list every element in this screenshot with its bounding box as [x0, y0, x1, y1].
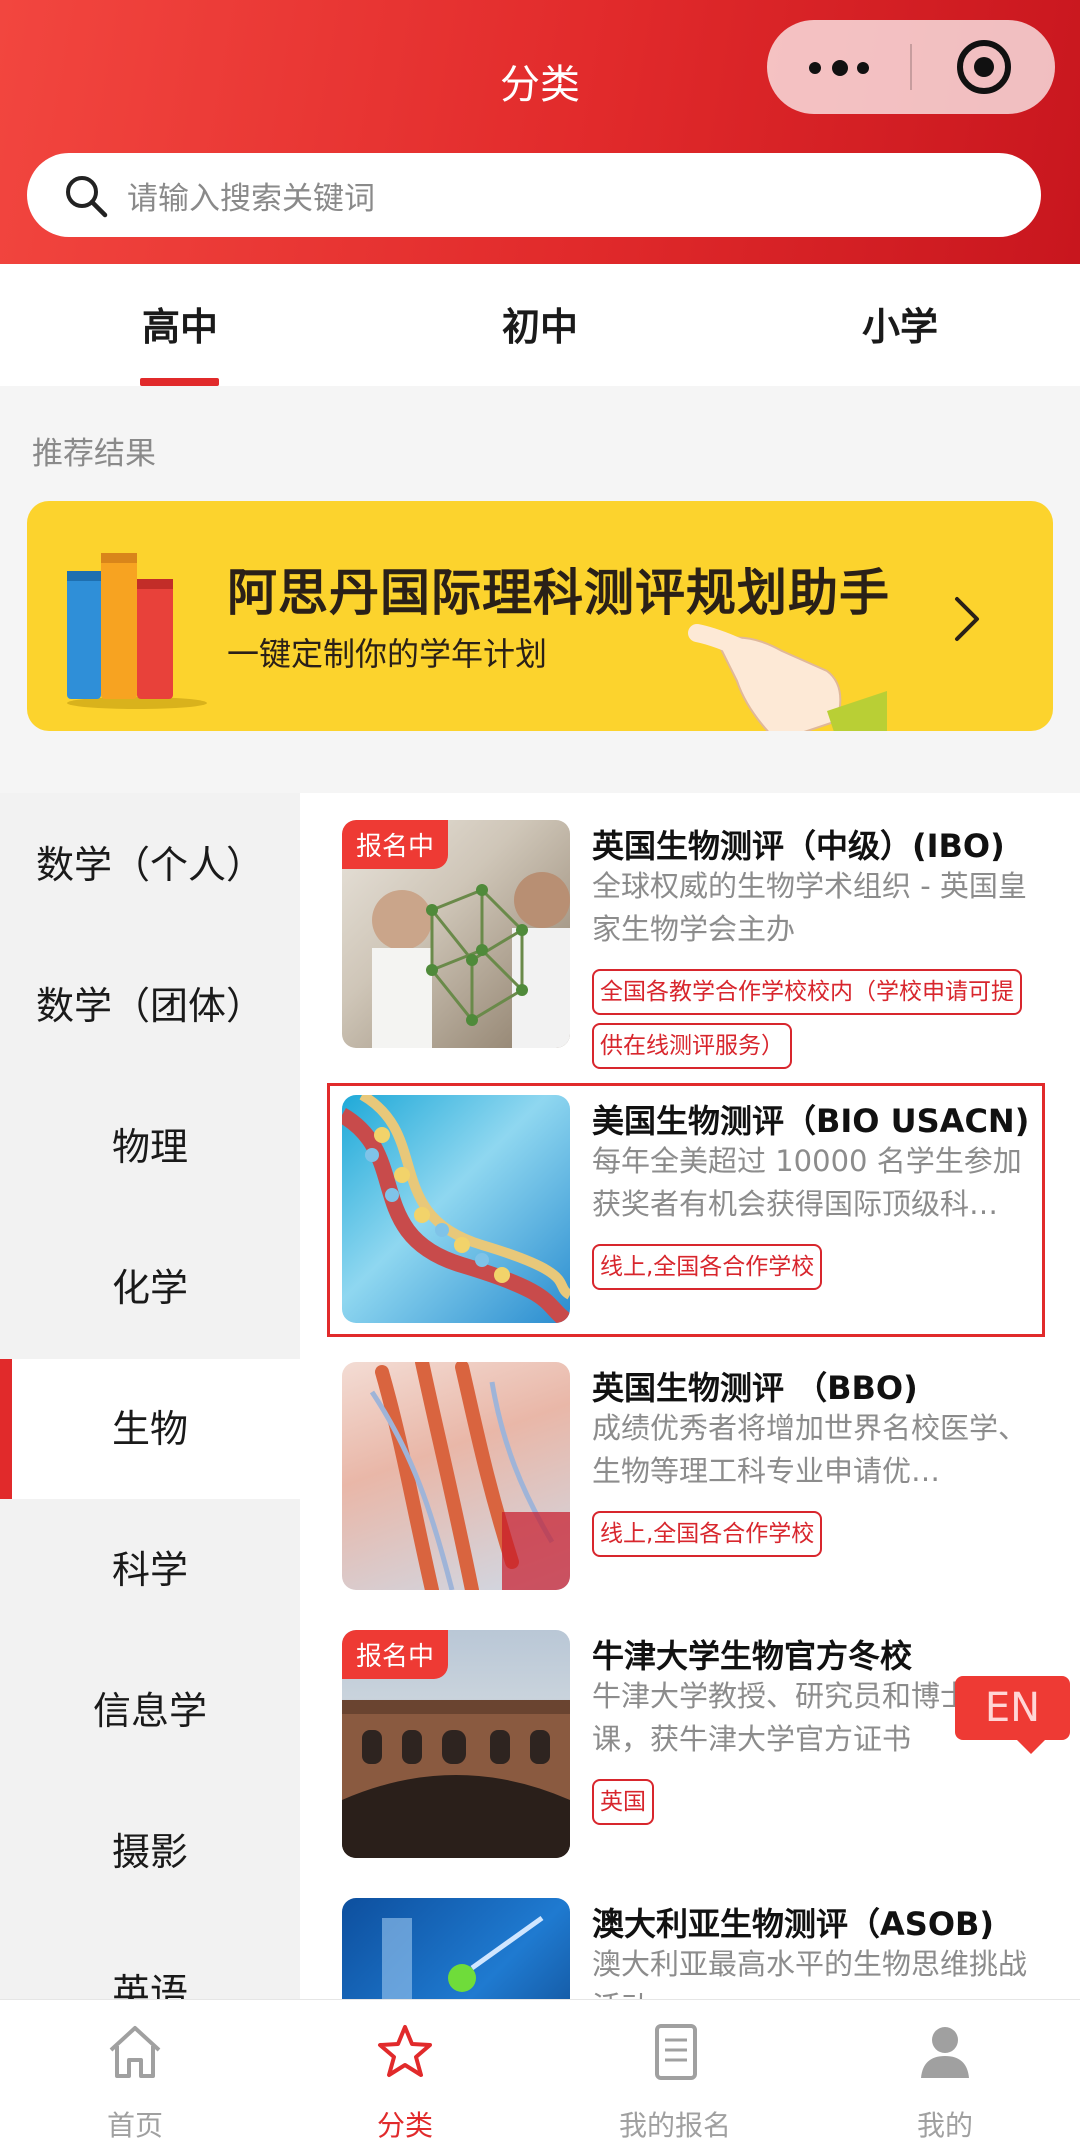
course-card[interactable]: 澳大利亚生物测评（ASOB) 澳大利亚最高水平的生物思维挑战活动: [300, 1871, 1080, 1999]
books-illustration: [67, 553, 207, 709]
location-tag: 英国: [592, 1779, 654, 1825]
course-card[interactable]: 英国生物测评 （BBO) 成绩优秀者将增加世界名校医学、生物等理工科专业申请优……: [300, 1335, 1080, 1590]
banner-subtitle: 一键定制你的学年计划: [227, 635, 548, 673]
category-item-informatics[interactable]: 信息学: [0, 1641, 300, 1781]
chevron-right-icon: [955, 597, 979, 641]
search-placeholder: 请输入搜索关键词: [127, 181, 375, 217]
document-icon: [655, 2024, 697, 2080]
course-card[interactable]: 报名中 英国生物测评（中级）(IBO) 全球权威的生物学术组织 - 英国皇家生物…: [300, 793, 1080, 1069]
header: 分类 请输入搜索关键词: [0, 0, 1080, 264]
selected-card-outline: [327, 1083, 1045, 1337]
tabbar-item-home[interactable]: 首页: [0, 2000, 270, 2151]
course-image: 报名中: [342, 820, 570, 1048]
pointing-hand-illustration: [688, 624, 887, 731]
course-title: 英国生物测评（中级）(IBO): [592, 827, 1005, 865]
recommend-label: 推荐结果: [32, 436, 156, 472]
category-item-math-individual[interactable]: 数学（个人）: [0, 795, 300, 935]
category-sidebar: 数学（个人） 数学（团体） 物理 化学 生物 科学 信息学 摄影 英语: [0, 793, 300, 2015]
course-description: 成绩优秀者将增加世界名校医学、生物等理工科专业申请优…: [592, 1411, 1028, 1488]
course-image: [342, 1362, 570, 1590]
registration-badge: 报名中: [342, 820, 449, 869]
more-dots-icon: [809, 62, 821, 74]
tabbar-label: 我的: [916, 2109, 973, 2142]
planner-banner[interactable]: 阿思丹国际理科测评规划助手 一键定制你的学年计划: [27, 501, 1053, 731]
capsule-divider: [910, 44, 912, 90]
anatomy-image: [369, 1362, 570, 1590]
search-icon: [66, 176, 108, 218]
tabbar-label: 分类: [376, 2109, 433, 2142]
category-item-physics[interactable]: 物理: [0, 1077, 300, 1217]
registration-badge: 报名中: [342, 1630, 449, 1679]
category-item-chemistry[interactable]: 化学: [0, 1218, 300, 1358]
category-item-math-team[interactable]: 数学（团体）: [0, 936, 300, 1076]
lab-experiment-image: [382, 1915, 544, 1999]
level-tabs: 高中 初中 小学: [0, 264, 1080, 386]
tabbar-item-me[interactable]: 我的: [810, 2000, 1080, 2151]
course-image: 报名中: [342, 1630, 570, 1858]
search-input[interactable]: 请输入搜索关键词: [27, 153, 1041, 237]
tab-junior-high[interactable]: 初中: [440, 296, 640, 351]
close-mini-program-icon[interactable]: [957, 40, 1011, 94]
category-item-science[interactable]: 科学: [0, 1500, 300, 1640]
course-title: 牛津大学生物官方冬校: [592, 1637, 913, 1675]
tabbar-label: 我的报名: [618, 2109, 731, 2142]
user-icon: [921, 2027, 969, 2078]
course-title: 英国生物测评 （BBO): [592, 1369, 918, 1407]
tabbar-item-my-registrations[interactable]: 我的报名: [540, 2000, 810, 2151]
location-tag: 线上,全国各合作学校: [592, 1511, 823, 1557]
course-description: 澳大利亚最高水平的生物思维挑战活动: [592, 1947, 1028, 1999]
course-image: [342, 1898, 570, 1999]
language-toggle-button[interactable]: EN: [955, 1676, 1070, 1754]
tab-senior-high[interactable]: 高中: [80, 296, 280, 351]
tab-primary[interactable]: 小学: [800, 296, 1000, 351]
tabbar-label: 首页: [106, 2109, 163, 2142]
course-description: 全球权威的生物学术组织 - 英国皇家生物学会主办: [592, 869, 1027, 946]
location-tag: 供在线测评服务）: [592, 1023, 792, 1069]
course-title: 澳大利亚生物测评（ASOB): [592, 1905, 995, 1943]
category-item-photography[interactable]: 摄影: [0, 1782, 300, 1922]
bottom-tab-bar: 首页 分类 我的报名 我的: [0, 1999, 1080, 2151]
tabbar-item-category[interactable]: 分类: [270, 2000, 540, 2151]
location-tag: 全国各教学合作学校校内（学校申请可提: [592, 969, 1022, 1015]
category-item-biology[interactable]: 生物: [0, 1359, 300, 1499]
star-icon: [378, 2025, 432, 2077]
active-tab-indicator: [140, 378, 219, 386]
course-list: 报名中 英国生物测评（中级）(IBO) 全球权威的生物学术组织 - 英国皇家生物…: [300, 793, 1080, 1999]
mini-program-capsule: [767, 20, 1055, 114]
more-menu-button[interactable]: [767, 20, 911, 114]
home-icon: [109, 2026, 161, 2078]
